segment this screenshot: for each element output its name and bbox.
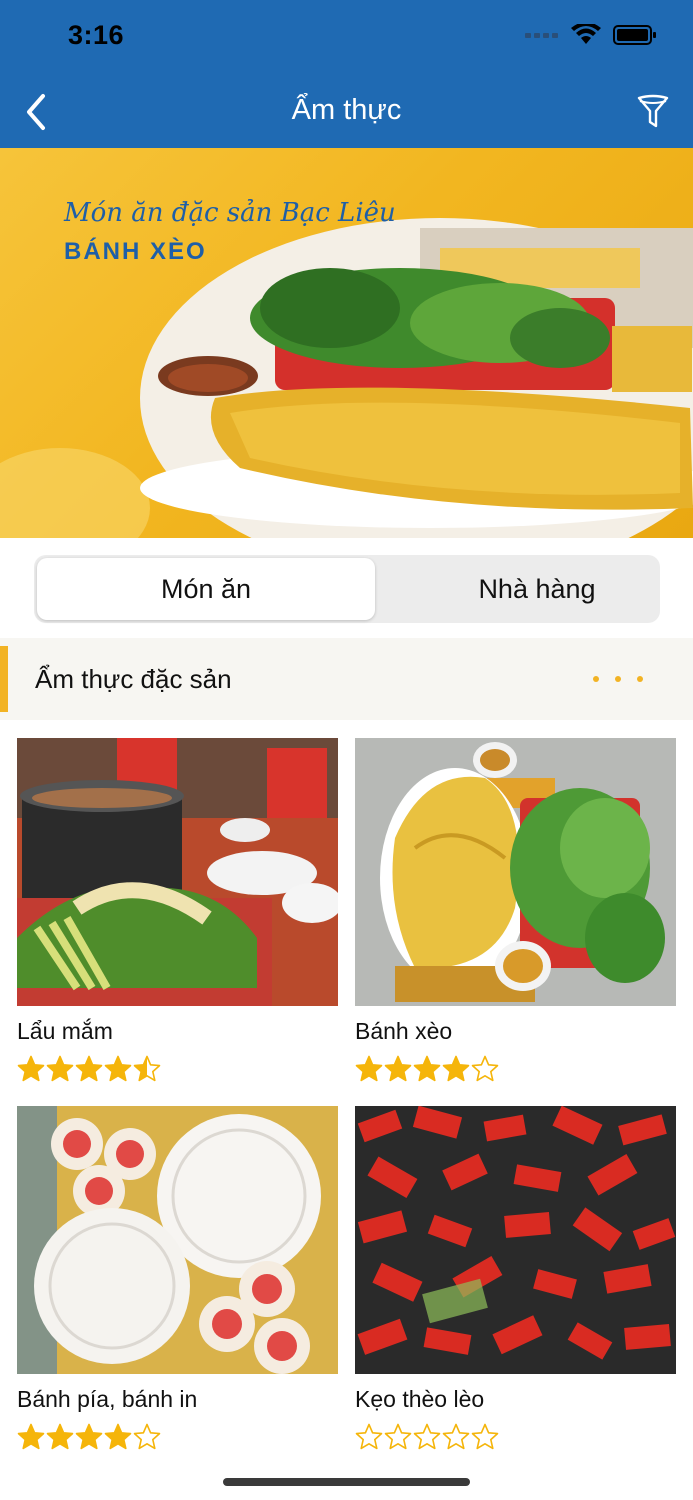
rating-stars [355, 1422, 676, 1452]
food-card[interactable]: Bánh xèo [355, 738, 676, 1084]
star-half-icon [133, 1055, 161, 1082]
more-dot-icon [637, 676, 643, 682]
star-filled-icon [75, 1423, 103, 1450]
star-empty-icon [471, 1423, 499, 1450]
status-time: 3:16 [68, 20, 125, 50]
star-empty-icon [471, 1055, 499, 1082]
food-card[interactable]: Bánh pía, bánh in [17, 1106, 338, 1452]
food-card[interactable]: Lẩu mắm [17, 738, 338, 1084]
food-name: Bánh xèo [355, 1018, 453, 1044]
food-name: Kẹo thèo lèo [355, 1386, 485, 1412]
battery-icon [613, 25, 656, 45]
rating-stars-graphic [17, 1423, 161, 1450]
rating-stars [355, 1054, 676, 1084]
tab-restaurants[interactable]: Nhà hàng [378, 558, 693, 620]
banner-title: BÁNH XÈO [64, 238, 207, 265]
tab-dishes[interactable]: Món ăn [37, 558, 375, 620]
star-filled-icon [17, 1055, 45, 1082]
nav-bar: Ẩm thực [0, 76, 693, 148]
food-name: Bánh pía, bánh in [17, 1386, 198, 1412]
filter-icon [637, 94, 669, 128]
home-indicator [223, 1478, 470, 1486]
food-image [355, 738, 676, 1006]
wifi-icon [571, 24, 601, 44]
signal-icon [525, 33, 558, 38]
banner[interactable]: Món ăn đặc sản Bạc Liêu BÁNH XÈO [0, 148, 693, 538]
star-empty-icon [413, 1423, 441, 1450]
food-image [355, 1106, 676, 1374]
rating-stars-graphic [17, 1055, 161, 1082]
star-filled-icon [46, 1055, 74, 1082]
section-header: Ẩm thực đặc sản [0, 638, 693, 720]
more-dot-icon [593, 676, 599, 682]
star-filled-icon [104, 1055, 132, 1082]
star-filled-icon [104, 1423, 132, 1450]
star-empty-icon [133, 1423, 161, 1450]
star-filled-icon [17, 1423, 45, 1450]
food-card[interactable]: Kẹo thèo lèo [355, 1106, 676, 1452]
food-name: Lẩu mắm [17, 1018, 113, 1044]
rating-stars [17, 1422, 338, 1452]
star-filled-icon [413, 1055, 441, 1082]
star-filled-icon [75, 1055, 103, 1082]
star-empty-icon [384, 1423, 412, 1450]
star-filled-icon [355, 1055, 383, 1082]
page-title: Ẩm thực [291, 94, 402, 126]
banner-subtitle: Món ăn đặc sản Bạc Liêu [64, 198, 396, 228]
rating-stars-graphic [355, 1055, 499, 1082]
star-filled-icon [384, 1055, 412, 1082]
star-filled-icon [442, 1055, 470, 1082]
rating-stars-graphic [355, 1423, 499, 1450]
status-bar: 3:16 [0, 0, 693, 76]
section-title: Ẩm thực đặc sản [35, 664, 232, 694]
star-empty-icon [442, 1423, 470, 1450]
star-filled-icon [46, 1423, 74, 1450]
section-accent-bar [0, 646, 8, 712]
segmented-control: Món ăn Nhà hàng [34, 555, 660, 623]
more-dot-icon [615, 676, 621, 682]
more-button[interactable] [593, 666, 643, 692]
food-image [17, 1106, 338, 1374]
status-icons [525, 24, 657, 46]
star-empty-icon [355, 1423, 383, 1450]
food-image [17, 738, 338, 1006]
filter-button[interactable] [631, 90, 675, 134]
rating-stars [17, 1054, 338, 1084]
